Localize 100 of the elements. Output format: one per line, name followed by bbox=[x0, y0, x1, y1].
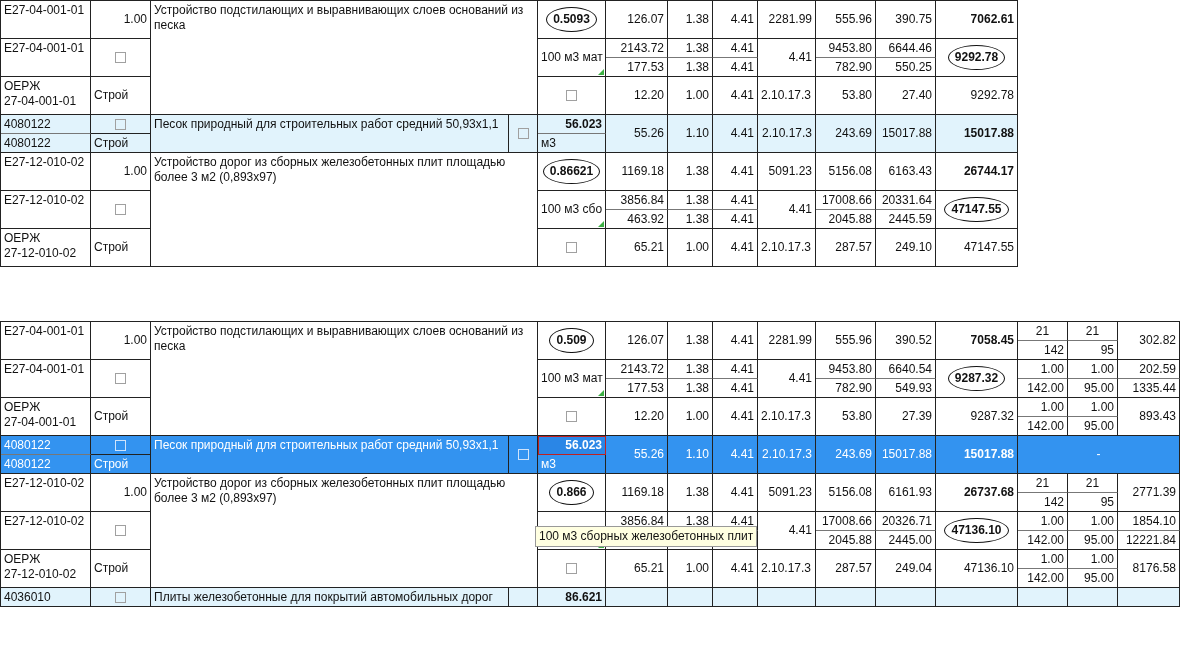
table-cell: 27.40 bbox=[876, 77, 936, 115]
checkbox[interactable] bbox=[115, 591, 126, 603]
total-cell: 9292.78 bbox=[936, 77, 1018, 115]
table-cell: 2281.99 bbox=[758, 1, 816, 39]
checkbox[interactable] bbox=[115, 118, 126, 130]
table-cell: 782.90 bbox=[816, 58, 876, 77]
table-cell: 21 bbox=[1068, 322, 1118, 341]
table-cell: 4.41 bbox=[713, 379, 758, 398]
table-cell: 95.00 bbox=[1068, 379, 1118, 398]
code-cell: ОЕРЖ 27-04-001-01 bbox=[1, 398, 91, 436]
description-cell: Устройство дорог из сборных железобетонных плит площадью более 3 м2 (0,893х97) bbox=[151, 153, 538, 267]
total-cell: 26744.17 bbox=[936, 153, 1018, 191]
checkbox[interactable] bbox=[566, 411, 577, 422]
table-cell: 555.96 bbox=[816, 1, 876, 39]
table-cell: 1.38 bbox=[668, 360, 713, 379]
table-cell: 6640.54 bbox=[876, 360, 936, 379]
table-cell: 1.38 bbox=[668, 1, 713, 39]
table-cell: 1.00 bbox=[668, 229, 713, 267]
table-cell: 1335.44 bbox=[1118, 379, 1180, 398]
table-cell: 4.41 bbox=[713, 191, 758, 210]
tooltip: 100 м3 сборных железобетонных плит bbox=[535, 526, 758, 547]
checkbox[interactable] bbox=[566, 563, 577, 574]
table-cell: 555.96 bbox=[816, 322, 876, 360]
table-cell: 17008.66 bbox=[816, 191, 876, 210]
code-cell: E27-04-001-01 bbox=[1, 39, 91, 77]
table-cell: 2.10.17.3 bbox=[758, 77, 816, 115]
amount-cell: 86.621 bbox=[538, 588, 606, 607]
code-cell: 4080122 bbox=[1, 115, 91, 134]
table-cell: 27.39 bbox=[876, 398, 936, 436]
total-cell: 26737.68 bbox=[936, 474, 1018, 512]
table-cell: 4.41 bbox=[758, 360, 816, 398]
table-cell: 4.41 bbox=[713, 58, 758, 77]
description-cell: Плиты железобетонные для покрытий автомобильных дорог bbox=[151, 588, 509, 607]
table-cell: 4.41 bbox=[713, 398, 758, 436]
table-cell: 5156.08 bbox=[816, 474, 876, 512]
code-cell: E27-12-010-02 bbox=[1, 153, 91, 191]
table-cell: 142 bbox=[1018, 493, 1068, 512]
table-cell: 1.38 bbox=[668, 322, 713, 360]
table-cell: 1.38 bbox=[668, 474, 713, 512]
table-cell: 55.26 bbox=[606, 436, 668, 474]
checkbox[interactable] bbox=[566, 242, 577, 253]
table-cell: 287.57 bbox=[816, 550, 876, 588]
table-cell: 142.00 bbox=[1018, 417, 1068, 436]
table-cell: 9453.80 bbox=[816, 360, 876, 379]
table-cell: 142.00 bbox=[1018, 379, 1068, 398]
table-cell: 6163.43 bbox=[876, 153, 936, 191]
table-cell: 12.20 bbox=[606, 398, 668, 436]
table-cell: 4.41 bbox=[713, 77, 758, 115]
checkbox[interactable] bbox=[115, 204, 126, 215]
code-cell: 4080122 bbox=[1, 436, 91, 455]
table-cell: 1854.10 bbox=[1118, 512, 1180, 531]
table-cell: 2281.99 bbox=[758, 322, 816, 360]
table-cell: 55.26 bbox=[606, 115, 668, 153]
table-cell: 1.38 bbox=[668, 210, 713, 229]
table-cell: 390.52 bbox=[876, 322, 936, 360]
table-cell: 390.75 bbox=[876, 1, 936, 39]
table-cell: 302.82 bbox=[1118, 322, 1180, 360]
checkbox[interactable] bbox=[115, 52, 126, 63]
code-cell: E27-12-010-02 bbox=[1, 191, 91, 229]
quantity-cell: 1.00 bbox=[91, 322, 151, 360]
table-cell: 2.10.17.3 bbox=[758, 398, 816, 436]
table-cell: 1.38 bbox=[668, 39, 713, 58]
table-cell: 1.10 bbox=[668, 436, 713, 474]
table-cell: 126.07 bbox=[606, 1, 668, 39]
code-cell: E27-12-010-02 bbox=[1, 474, 91, 512]
table-cell: 4.41 bbox=[713, 153, 758, 191]
table-cell: 95.00 bbox=[1068, 569, 1118, 588]
table-cell: 4.41 bbox=[713, 360, 758, 379]
amount-cell[interactable]: 56.023 bbox=[538, 115, 606, 134]
checkbox[interactable] bbox=[517, 128, 529, 139]
table-cell: 53.80 bbox=[816, 398, 876, 436]
checkbox[interactable] bbox=[115, 373, 126, 384]
unit-cell: м3 bbox=[538, 134, 606, 153]
checkbox[interactable] bbox=[115, 525, 126, 536]
code-cell: 4080122 bbox=[1, 134, 91, 153]
checkbox[interactable] bbox=[566, 90, 577, 101]
table-cell: 142.00 bbox=[1018, 569, 1068, 588]
amount-cell[interactable]: 56.023 bbox=[538, 436, 606, 455]
table-cell: 1.10 bbox=[668, 115, 713, 153]
table-cell: 2.10.17.3 bbox=[758, 436, 816, 474]
table-cell: 1.38 bbox=[668, 379, 713, 398]
code-cell: ОЕРЖ 27-12-010-02 bbox=[1, 550, 91, 588]
table-cell: 95 bbox=[1068, 341, 1118, 360]
quantity-cell: 1.00 bbox=[91, 474, 151, 512]
table-cell: 6161.93 bbox=[876, 474, 936, 512]
code-cell: ОЕРЖ 27-12-010-02 bbox=[1, 229, 91, 267]
table-cell: 1.00 bbox=[1068, 550, 1118, 569]
table-cell: 126.07 bbox=[606, 322, 668, 360]
table-cell: 21 bbox=[1068, 474, 1118, 493]
table-cell: 4.41 bbox=[713, 474, 758, 512]
unit-text: 100 м3 мат bbox=[541, 50, 603, 65]
source-cell: Строй bbox=[91, 398, 151, 436]
table-cell: 20326.71 bbox=[876, 512, 936, 531]
quantity-cell: 1.00 bbox=[91, 1, 151, 39]
table-cell: 287.57 bbox=[816, 229, 876, 267]
description-cell: Песок природный для строительных работ средний 50,93х1,1 bbox=[151, 115, 509, 153]
table-cell: 95.00 bbox=[1068, 417, 1118, 436]
table-cell: 65.21 bbox=[606, 550, 668, 588]
table-cell: 177.53 bbox=[606, 379, 668, 398]
source-cell: Строй bbox=[91, 550, 151, 588]
